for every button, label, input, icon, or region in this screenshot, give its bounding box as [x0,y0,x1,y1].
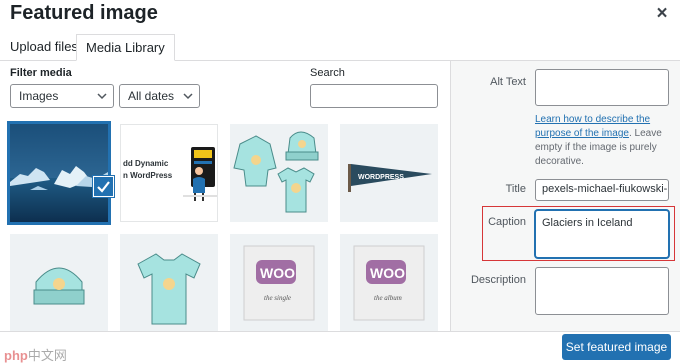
woo-text: WOO [260,265,295,281]
attachment-add-dynamic-content[interactable]: dd Dynamic n WordPress [120,124,218,222]
date-value: All dates [128,89,175,103]
woo-subtext: the single [264,294,291,302]
media-type-value: Images [19,89,59,103]
pennant-icon: WORDPRESS [348,164,432,192]
attachment-woo-album[interactable]: WOO the album [340,234,438,331]
date-select[interactable]: All dates [119,84,200,108]
illustration-person-icon [183,147,217,201]
woo-album-icon: WOO the album [353,245,425,321]
modal-footer: php中文网 Set featured image [0,331,680,364]
search-input[interactable] [310,84,438,108]
set-featured-image-button[interactable]: Set featured image [562,334,671,360]
pennant-text: WORDPRESS [358,174,404,181]
alt-text-label: Alt Text [490,76,526,88]
woo-album-icon: WOO the single [243,245,315,321]
watermark-text: 中文网 [27,348,67,363]
t-shirt-icon [137,253,201,325]
attachment-hoodie-and-beanie[interactable] [230,124,328,222]
media-type-select[interactable]: Images [10,84,114,108]
filter-media-label: Filter media [10,67,72,79]
woo-subtext: the album [374,294,402,302]
tab-media-library[interactable]: Media Library [76,34,175,61]
alt-text-help: Learn how to describe the purpose of the… [535,113,675,169]
attachment-woo-single[interactable]: WOO the single [230,234,328,331]
beanie-icon [33,267,85,305]
watermark-brand: php [4,348,28,363]
attachment-beanie[interactable] [10,234,108,331]
close-icon[interactable]: × [652,4,672,24]
alt-text-field[interactable] [535,69,669,106]
chevron-down-icon [97,93,107,100]
glacier-image [10,124,108,222]
hoodie-icon [233,131,319,213]
attachment-t-shirt[interactable] [120,234,218,331]
tab-bar: Upload files Media Library [0,28,680,61]
media-browser: Filter media Search Images All dates dd … [0,61,450,331]
woo-text: WOO [370,265,405,281]
attachment-glacier-photo[interactable] [7,121,111,225]
watermark: php中文网 [4,345,67,364]
caption-highlight-box [482,206,675,261]
search-label: Search [310,67,345,79]
description-label: Description [470,274,526,286]
chevron-down-icon [183,93,193,100]
title-field[interactable]: pexels-michael-fiukowski- [535,179,669,201]
attachment-details: Alt Text Learn how to describe the purpo… [451,61,680,331]
thumb-text: n WordPress [123,171,173,180]
selected-check-icon[interactable] [93,176,114,197]
attachment-wordpress-pennant[interactable]: WORDPRESS [340,124,438,222]
title-label: Title [505,183,526,195]
modal-title: Featured image [10,2,158,24]
modal-header: Featured image × [0,0,680,30]
description-field[interactable] [535,267,669,315]
thumb-text: dd Dynamic [123,159,169,168]
tab-upload-files[interactable]: Upload files [1,34,87,61]
